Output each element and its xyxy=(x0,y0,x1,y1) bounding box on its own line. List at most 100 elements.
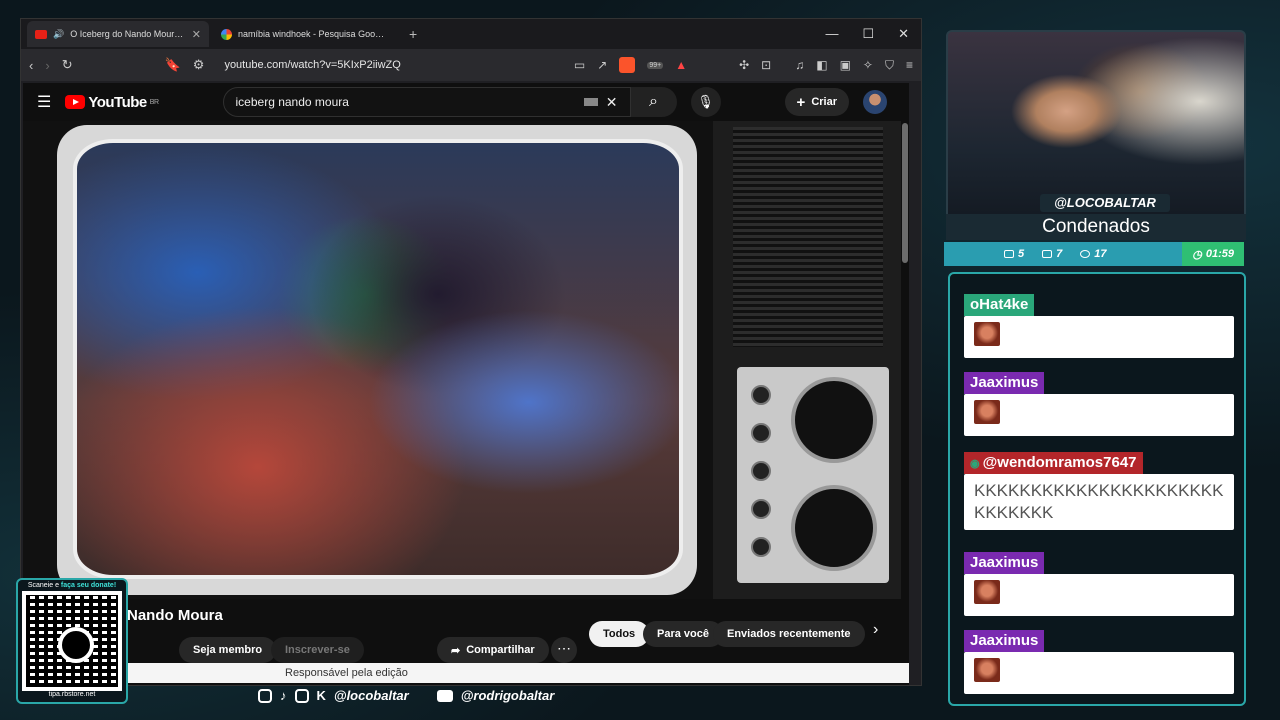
menu-icon[interactable]: ≡ xyxy=(906,58,913,72)
close-tab-icon[interactable]: ✕ xyxy=(192,28,201,41)
minimize-icon[interactable]: — xyxy=(825,26,838,42)
wallet-icon[interactable]: ▣ xyxy=(840,58,851,72)
speaker-grille xyxy=(733,127,883,347)
cast-icon[interactable]: ▭ xyxy=(574,58,585,72)
chat-message: Jaaximus xyxy=(964,372,1234,436)
search-input[interactable]: iceberg nando moura ✕ xyxy=(222,87,631,117)
leo-ai-icon[interactable]: ✧ xyxy=(863,58,873,72)
reload-icon[interactable]: ↻ xyxy=(62,57,73,73)
chip-enviados[interactable]: Enviados recentemente xyxy=(713,621,865,647)
edit-notice-bar: Responsável pela edição xyxy=(23,663,909,683)
google-favicon-icon xyxy=(221,28,232,40)
youtube-logo[interactable]: YouTube BR xyxy=(65,94,159,111)
chip-todos[interactable]: Todos xyxy=(589,621,650,647)
tuning-dial xyxy=(791,485,877,571)
toolbar-icons: ▭ ↗ 99+ ▲ ✣ ⊡ ♫ ◧ ▣ ✧ ⛉ ≡ xyxy=(574,57,913,73)
chat-username-text: @wendomramos7647 xyxy=(982,454,1137,471)
tab-youtube[interactable]: 🔊 O Iceberg do Nando Moura - YouTube ✕ xyxy=(27,21,209,47)
chat-username: oHat4ke xyxy=(964,294,1035,316)
youtube-page: ☰ YouTube BR iceberg nando moura ✕ ⌕ 🎙 +… xyxy=(23,83,909,685)
emote-icon xyxy=(974,322,1000,346)
join-button[interactable]: Seja membro xyxy=(179,637,277,663)
viewers-icon xyxy=(1080,250,1091,259)
share-button[interactable]: ➦ Compartilhar xyxy=(437,637,549,663)
chat-username: Jaaximus xyxy=(964,552,1045,574)
timer-value: 01:59 xyxy=(1205,248,1234,260)
tiktok-icon: ♪ xyxy=(280,688,287,703)
viewer-count: 17 xyxy=(1080,248,1107,260)
stream-stats: 5 7 17 ◷ 01:59 xyxy=(944,242,1244,266)
chat-text: KKKKKKKKKKKKKKKKKKKKKKKKKKKKK xyxy=(974,481,1224,522)
tab-title: O Iceberg do Nando Moura - YouTube xyxy=(70,29,186,39)
chat-username: Jaaximus xyxy=(964,372,1045,394)
clear-search-icon[interactable]: ✕ xyxy=(606,94,618,111)
youtube-favicon-icon xyxy=(35,29,47,39)
chat-body xyxy=(964,394,1234,436)
channel-dial xyxy=(791,377,877,463)
tab-google[interactable]: namíbia windhoek - Pesquisa Google xyxy=(213,21,395,47)
small-knob xyxy=(751,499,771,519)
chat-message: ◉ @wendomramos7647 KKKKKKKKKKKKKKKKKKKKK… xyxy=(964,452,1234,530)
edit-notice: Responsável pela edição xyxy=(285,667,408,679)
forward-icon[interactable]: › xyxy=(45,58,49,73)
emote-icon xyxy=(974,658,1000,682)
bookmark-icon[interactable]: 🔖 xyxy=(165,57,181,73)
back-icon[interactable]: ‹ xyxy=(29,58,33,73)
vpn-icon[interactable]: ⛉ xyxy=(885,58,894,73)
qr-url: tipa.rbstore.net xyxy=(48,691,96,698)
search-icon: ⌕ xyxy=(649,93,658,110)
address-bar: ‹ › ↻ 🔖 ⚙ youtube.com/watch?v=5KIxP2iiwZ… xyxy=(21,49,921,81)
small-knob xyxy=(751,385,771,405)
chip-para-voce[interactable]: Para você xyxy=(643,621,723,647)
screenshot-icon[interactable]: ⊡ xyxy=(761,58,771,72)
chat-count-value: 5 xyxy=(1018,248,1025,260)
chat-username: Jaaximus xyxy=(964,630,1045,652)
share-arrow-icon: ➦ xyxy=(451,644,461,657)
chat-body xyxy=(964,316,1234,358)
maximize-icon[interactable]: ☐ xyxy=(862,26,874,42)
chat-body xyxy=(964,652,1234,694)
tab-bar: 🔊 O Iceberg do Nando Moura - YouTube ✕ n… xyxy=(21,19,921,49)
subscribe-button[interactable]: Inscrever-se xyxy=(271,637,364,663)
hamburger-menu-icon[interactable]: ☰ xyxy=(37,92,51,112)
share-label: Compartilhar xyxy=(466,644,535,656)
channel-name[interactable]: Nando Moura xyxy=(127,607,223,624)
browser-window: 🔊 O Iceberg do Nando Moura - YouTube ✕ n… xyxy=(20,18,922,686)
youtube-count: 7 xyxy=(1042,248,1062,260)
qr-caption-plain: Scaneie e xyxy=(27,582,61,589)
music-icon[interactable]: ♫ xyxy=(795,58,804,72)
brave-shield-icon[interactable] xyxy=(619,57,636,73)
chat-panel: oHat4ke Jaaximus ◉ @wendomramos7647 KKKK… xyxy=(948,272,1246,706)
small-knob xyxy=(751,537,771,557)
viewer-count-value: 17 xyxy=(1094,248,1107,260)
twitch-icon xyxy=(294,688,309,703)
youtube-stat-icon xyxy=(1042,250,1053,259)
page-scrollbar[interactable] xyxy=(901,83,909,685)
tab-title: namíbia windhoek - Pesquisa Google xyxy=(238,29,387,39)
site-settings-icon[interactable]: ⚙ xyxy=(193,57,205,73)
search-button[interactable]: ⌕ xyxy=(630,87,677,117)
video-frame xyxy=(73,139,683,579)
video-player[interactable] xyxy=(23,121,909,599)
extensions-icon[interactable]: ✣ xyxy=(739,58,749,72)
chat-message: oHat4ke xyxy=(964,294,1234,358)
url-field[interactable]: youtube.com/watch?v=5KIxP2iiwZQ xyxy=(224,59,400,71)
qr-caption: Scaneie e faça seu donate! xyxy=(18,582,126,589)
emote-icon xyxy=(974,580,1000,604)
close-window-icon[interactable]: ✕ xyxy=(898,26,909,42)
knob-panel xyxy=(737,367,889,583)
clock-icon: ◷ xyxy=(1192,248,1202,261)
scrollbar-thumb[interactable] xyxy=(902,123,908,263)
voice-search-button[interactable]: 🎙 xyxy=(690,87,721,117)
keyboard-icon[interactable] xyxy=(583,98,598,106)
create-button[interactable]: + Criar xyxy=(784,88,849,116)
sidebar-icon[interactable]: ◧ xyxy=(816,58,827,72)
share-icon[interactable]: ↗ xyxy=(597,58,607,72)
account-avatar[interactable] xyxy=(863,90,887,114)
chat-count: 5 xyxy=(1004,248,1024,260)
more-actions-icon[interactable]: ⋯ xyxy=(551,637,577,663)
small-knob xyxy=(751,423,771,443)
chevron-right-icon[interactable]: › xyxy=(873,621,878,639)
rewards-icon[interactable]: ▲ xyxy=(675,58,687,72)
new-tab-icon[interactable]: + xyxy=(409,26,417,42)
